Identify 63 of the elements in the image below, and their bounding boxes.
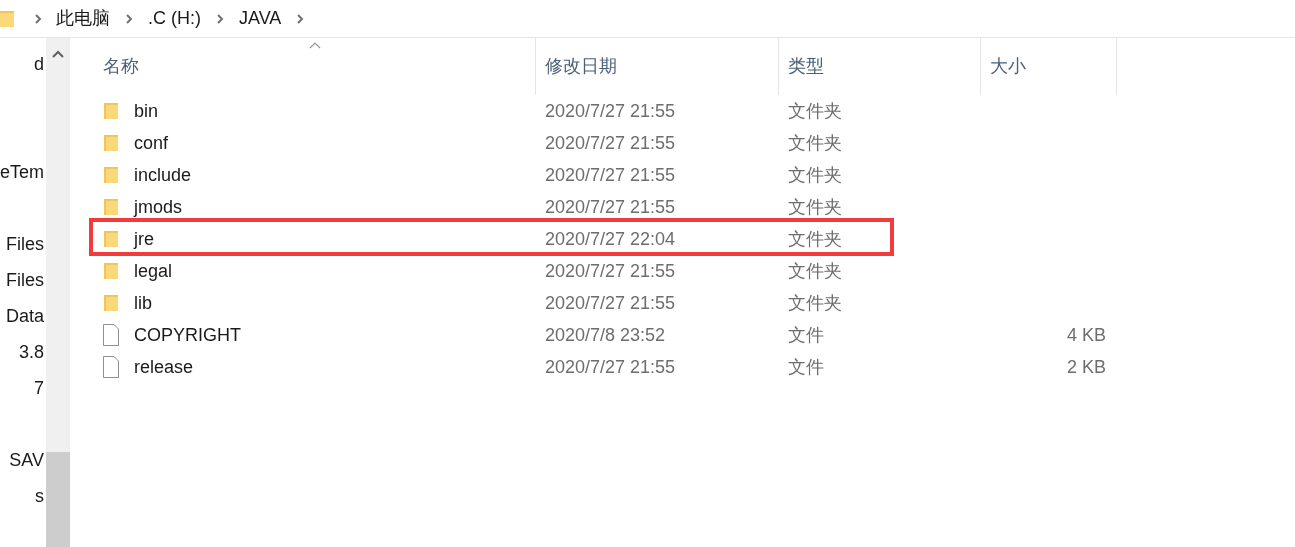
- modified-date: 2020/7/27 21:55: [545, 132, 676, 153]
- chevron-icon[interactable]: [125, 12, 133, 25]
- folder-icon: [104, 102, 118, 120]
- modified-date: 2020/7/27 21:55: [545, 292, 676, 313]
- column-header[interactable]: 类型: [779, 38, 981, 95]
- chevron-icon[interactable]: [216, 12, 224, 25]
- file-type: 文件: [788, 356, 824, 377]
- sidebar-item[interactable]: s: [35, 478, 46, 514]
- file-type: 文件夹: [788, 196, 842, 217]
- file-name[interactable]: bin: [134, 97, 159, 125]
- sidebar-item[interactable]: 7: [34, 370, 46, 406]
- file-name[interactable]: jre: [134, 225, 154, 253]
- modified-date: 2020/7/27 22:04: [545, 228, 676, 249]
- modified-date: 2020/7/8 23:52: [545, 324, 666, 345]
- file-type: 文件夹: [788, 132, 842, 153]
- column-header[interactable]: 修改日期: [536, 38, 779, 95]
- sidebar-item[interactable]: d: [34, 46, 46, 82]
- file-name[interactable]: lib: [134, 289, 152, 317]
- sidebar-item[interactable]: SAV: [9, 442, 46, 478]
- sidebar-item[interactable]: Files: [6, 262, 46, 298]
- file-icon: [103, 356, 119, 378]
- file-type: 文件: [788, 324, 824, 345]
- file-type: 文件夹: [788, 228, 842, 249]
- sort-caret-icon: [309, 42, 321, 49]
- folder-icon: [104, 198, 118, 216]
- breadcrumb-item[interactable]: 此电脑: [56, 5, 110, 32]
- column-header[interactable]: 大小: [981, 38, 1117, 95]
- modified-date: 2020/7/27 21:55: [545, 196, 676, 217]
- chevron-icon[interactable]: [34, 12, 42, 25]
- file-size: 2 KB: [1066, 356, 1106, 377]
- folder-icon: [104, 294, 118, 312]
- folder-icon: [104, 230, 118, 248]
- modified-date: 2020/7/27 21:55: [545, 356, 676, 377]
- scroll-thumb[interactable]: [46, 452, 70, 547]
- file-size: 4 KB: [1066, 324, 1106, 345]
- sidebar-item[interactable]: Data: [5, 298, 46, 334]
- folder-icon: [104, 134, 118, 152]
- chevron-icon[interactable]: [296, 12, 305, 25]
- modified-date: 2020/7/27 21:55: [545, 100, 676, 121]
- file-name[interactable]: conf: [134, 129, 169, 157]
- file-name[interactable]: include: [134, 161, 192, 189]
- sidebar-item[interactable]: Files: [6, 226, 46, 262]
- file-icon: [103, 324, 119, 346]
- file-name[interactable]: release: [134, 353, 194, 381]
- modified-date: 2020/7/27 21:55: [545, 164, 676, 185]
- file-name[interactable]: jmods: [134, 193, 182, 221]
- breadcrumb-item[interactable]: JAVA: [239, 5, 282, 32]
- file-type: 文件夹: [788, 292, 842, 313]
- sidebar-item[interactable]: 3.8: [18, 334, 46, 370]
- column-header[interactable]: 名称: [94, 38, 536, 95]
- modified-date: 2020/7/27 21:55: [545, 260, 676, 281]
- file-name[interactable]: COPYRIGHT: [134, 321, 241, 349]
- file-type: 文件夹: [788, 260, 842, 281]
- breadcrumb-item[interactable]: .C (H:): [148, 5, 201, 32]
- scrollbar[interactable]: [46, 38, 70, 547]
- folder-icon: [104, 166, 118, 184]
- file-type: 文件夹: [788, 164, 842, 185]
- file-name[interactable]: legal: [134, 257, 173, 285]
- scroll-up-icon[interactable]: [52, 50, 64, 58]
- folder-icon: [0, 8, 14, 29]
- sidebar-item[interactable]: eTem: [0, 154, 46, 190]
- folder-icon: [104, 262, 118, 280]
- file-type: 文件夹: [788, 100, 842, 121]
